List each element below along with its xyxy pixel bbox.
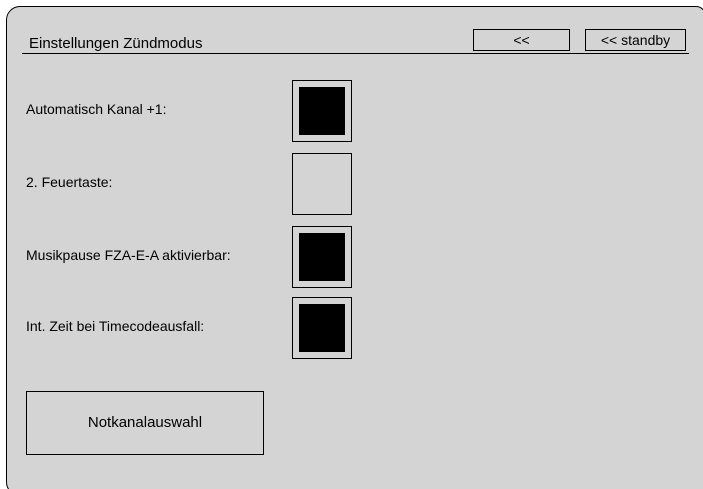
auto-channel-checkbox[interactable] [292, 80, 352, 142]
second-fire-button-checkbox[interactable] [292, 153, 352, 215]
timecode-fallback-checkbox[interactable] [292, 297, 352, 359]
auto-channel-label: Automatisch Kanal +1: [26, 101, 167, 117]
music-pause-label: Musikpause FZA-E-A aktivierbar: [26, 247, 231, 263]
checkbox-fill [299, 87, 345, 135]
timecode-fallback-label: Int. Zeit bei Timecodeausfall: [26, 318, 205, 334]
second-fire-button-label: 2. Feuertaste: [26, 174, 113, 190]
checkbox-fill [299, 233, 345, 281]
standby-button[interactable]: << standby [585, 29, 686, 51]
music-pause-checkbox[interactable] [292, 226, 352, 288]
back-button[interactable]: << [473, 29, 570, 51]
page-title: Einstellungen Zündmodus [29, 35, 203, 52]
title-divider [22, 53, 689, 54]
checkbox-fill [299, 304, 345, 352]
emergency-channel-button[interactable]: Notkanalauswahl [26, 391, 264, 455]
